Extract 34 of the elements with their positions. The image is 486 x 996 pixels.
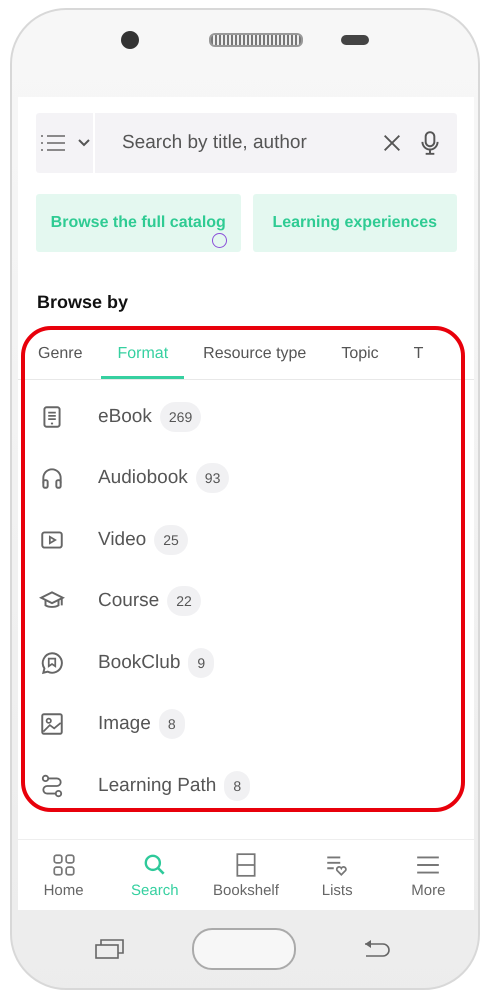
format-label[interactable]: Course xyxy=(98,590,160,612)
tab[interactable]: Genre xyxy=(18,335,98,379)
count-badge: 22 xyxy=(167,586,201,616)
back-icon[interactable] xyxy=(362,938,392,960)
format-label[interactable]: BookClub xyxy=(98,652,180,674)
camera-icon xyxy=(121,30,139,48)
format-label[interactable]: eBook xyxy=(98,406,152,428)
recent-apps-icon[interactable] xyxy=(94,938,126,960)
tab[interactable]: Resource type xyxy=(187,335,322,379)
count-badge: 25 xyxy=(154,524,188,555)
caret-icon[interactable] xyxy=(76,138,90,148)
path-icon xyxy=(39,772,65,799)
nav-label[interactable]: Home xyxy=(44,882,84,898)
image-icon xyxy=(39,711,65,738)
nav-label[interactable]: Bookshelf xyxy=(213,882,279,898)
count-badge: 8 xyxy=(224,770,250,801)
count-badge: 269 xyxy=(160,402,202,432)
tab[interactable]: T xyxy=(398,335,440,379)
list-icon[interactable] xyxy=(38,132,66,154)
sensor-icon xyxy=(341,34,369,44)
close-icon[interactable] xyxy=(381,132,403,154)
count-badge: 93 xyxy=(196,463,230,494)
nav-label[interactable]: Lists xyxy=(322,882,353,898)
tab[interactable]: Topic xyxy=(325,335,395,379)
format-label[interactable]: Video xyxy=(98,528,146,551)
count-badge: 9 xyxy=(188,648,214,678)
section-heading: Browse by xyxy=(37,292,130,313)
format-label[interactable]: Image xyxy=(98,713,151,736)
format-label[interactable]: Audiobook xyxy=(98,467,188,490)
format-label[interactable]: Learning Path xyxy=(98,774,216,797)
count-badge: 8 xyxy=(158,709,185,740)
nav-label[interactable]: More xyxy=(411,882,446,898)
chat-bubble-icon xyxy=(39,650,65,676)
grid-icon[interactable] xyxy=(50,852,77,878)
